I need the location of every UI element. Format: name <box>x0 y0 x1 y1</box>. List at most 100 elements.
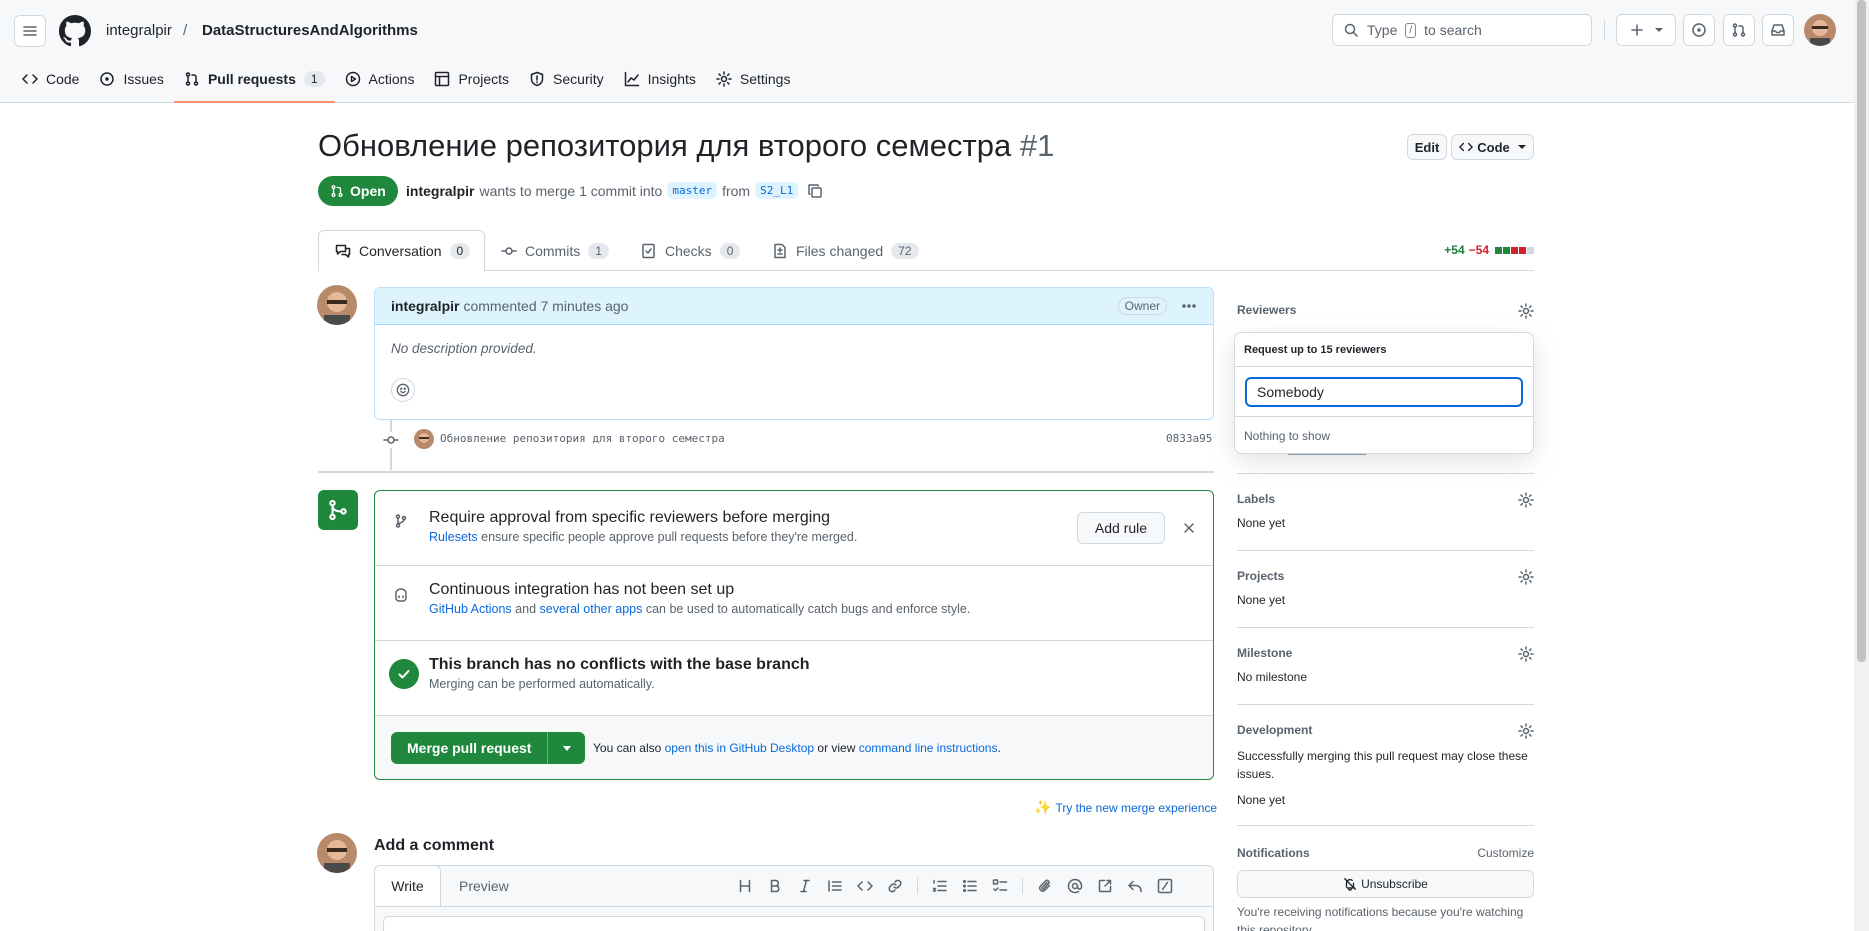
tab-counter: 0 <box>449 243 471 259</box>
bold-icon[interactable] <box>767 878 783 894</box>
quote-icon[interactable] <box>827 878 843 894</box>
gear-icon[interactable] <box>1518 492 1534 508</box>
breadcrumb-owner[interactable]: integralpir <box>106 22 172 39</box>
menu-button[interactable] <box>14 15 46 47</box>
comment-textarea[interactable] <box>383 916 1205 931</box>
try-new-merge-link[interactable]: ✨ Try the new merge experience <box>1034 799 1217 816</box>
repo-tab-actions[interactable]: Actions <box>335 62 425 96</box>
merge-method-dropdown[interactable] <box>547 732 585 764</box>
reviewers-popover: Request up to 15 reviewers Nothing to sh… <box>1234 332 1534 454</box>
close-icon[interactable] <box>1181 520 1197 536</box>
merge-pull-request-button[interactable]: Merge pull request <box>391 732 547 764</box>
inbox-button[interactable] <box>1762 14 1794 46</box>
page-scrollbar-thumb[interactable] <box>1857 0 1866 662</box>
labels-section: Labels None yet <box>1237 492 1534 530</box>
paperclip-icon[interactable] <box>1037 878 1053 894</box>
repo-tab-settings[interactable]: Settings <box>706 62 801 96</box>
gear-icon[interactable] <box>1518 646 1534 662</box>
commit-message[interactable]: Обновление репозитория для второго семес… <box>440 432 725 445</box>
header-divider <box>1604 20 1605 40</box>
tab-label: Checks <box>665 242 712 259</box>
base-branch[interactable]: master <box>667 182 718 199</box>
check-circle-icon <box>389 659 419 689</box>
gear-icon[interactable] <box>1518 723 1534 739</box>
tasklist-icon[interactable] <box>992 878 1008 894</box>
development-heading: Development <box>1237 723 1313 737</box>
code-icon[interactable] <box>857 878 873 894</box>
repo-tab-code[interactable]: Code <box>12 62 89 96</box>
heading-icon[interactable] <box>737 878 753 894</box>
milestone-value: No milestone <box>1237 670 1308 684</box>
issues-button[interactable] <box>1683 14 1715 46</box>
ordered-list-icon[interactable] <box>932 878 948 894</box>
copilot-icon <box>393 587 409 603</box>
tab-label: Files changed <box>796 242 884 259</box>
user-avatar[interactable] <box>1804 14 1836 46</box>
repo-tab-projects[interactable]: Projects <box>424 62 519 96</box>
kebab-horizontal-icon[interactable] <box>1181 298 1197 314</box>
github-desktop-link[interactable]: open this in GitHub Desktop <box>665 741 814 755</box>
tab-conversation[interactable]: Conversation 0 <box>318 230 485 272</box>
reviewers-section: Reviewers <box>1237 303 1534 319</box>
github-logo[interactable] <box>59 15 91 47</box>
gear-icon[interactable] <box>1518 569 1534 585</box>
breadcrumb-repo[interactable]: DataStructuresAndAlgorithms <box>202 22 418 39</box>
other-apps-link[interactable]: several other apps <box>540 602 643 616</box>
write-tab[interactable]: Write <box>374 865 441 907</box>
unsubscribe-button[interactable]: Unsubscribe <box>1237 870 1534 898</box>
repo-tab-insights[interactable]: Insights <box>614 62 706 96</box>
commit-author-avatar[interactable] <box>414 429 434 449</box>
pr-description-comment: integralpir commented 7 minutes ago Owne… <box>374 287 1214 420</box>
search-icon <box>1343 22 1359 38</box>
tab-files-changed[interactable]: Files changed 72 <box>756 230 935 271</box>
repo-tab-security[interactable]: Security <box>519 62 614 96</box>
preview-tab[interactable]: Preview <box>459 878 509 894</box>
sidebar-divider <box>1237 704 1534 705</box>
copy-icon[interactable] <box>807 183 823 199</box>
table-icon <box>434 71 450 87</box>
command-line-link[interactable]: command line instructions <box>859 741 998 755</box>
repo-tab-issues[interactable]: Issues <box>89 62 173 96</box>
italic-icon[interactable] <box>797 878 813 894</box>
reviewer-search-input[interactable] <box>1245 377 1523 407</box>
pull-request-icon <box>330 184 344 198</box>
pull-requests-counter: 1 <box>303 71 325 87</box>
mention-icon[interactable] <box>1067 878 1083 894</box>
milestone-heading: Milestone <box>1237 646 1293 660</box>
merge-box: Require approval from specific reviewers… <box>374 490 1214 780</box>
cross-reference-icon[interactable] <box>1097 878 1113 894</box>
unordered-list-icon[interactable] <box>962 878 978 894</box>
rulesets-link[interactable]: Rulesets <box>429 530 478 544</box>
add-reaction-button[interactable] <box>391 378 415 402</box>
create-new-button[interactable] <box>1616 14 1676 46</box>
reply-icon[interactable] <box>1127 878 1143 894</box>
add-rule-button[interactable]: Add rule <box>1077 512 1165 544</box>
comment-author[interactable]: integralpir <box>391 298 459 314</box>
github-actions-link[interactable]: GitHub Actions <box>429 602 512 616</box>
popover-title: Request up to 15 reviewers <box>1244 344 1387 356</box>
projects-section: Projects None yet <box>1237 569 1534 607</box>
tab-commits[interactable]: Commits 1 <box>485 230 625 271</box>
gear-icon[interactable] <box>1518 303 1534 319</box>
ruleset-title: Require approval from specific reviewers… <box>429 509 831 526</box>
ruleset-row: Require approval from specific reviewers… <box>375 491 1213 566</box>
labels-heading: Labels <box>1237 492 1276 506</box>
head-branch[interactable]: S2_L1 <box>755 182 799 199</box>
commit-sha[interactable]: 0833a95 <box>1166 432 1212 445</box>
pr-author-link[interactable]: integralpir <box>406 183 474 199</box>
search-input[interactable]: Type / to search <box>1332 14 1592 46</box>
pull-requests-button[interactable] <box>1723 14 1755 46</box>
link-icon[interactable] <box>887 878 903 894</box>
conflicts-row: This branch has no conflicts with the ba… <box>375 641 1213 716</box>
code-dropdown-button[interactable]: Code <box>1451 134 1534 160</box>
comment-author-avatar[interactable] <box>317 285 357 325</box>
tab-checks[interactable]: Checks 0 <box>625 230 756 271</box>
edit-title-button[interactable]: Edit <box>1407 134 1447 160</box>
customize-link[interactable]: Customize <box>1477 846 1534 860</box>
pull-request-icon <box>1731 22 1747 38</box>
merge-status-icon <box>318 490 358 530</box>
slash-command-icon[interactable] <box>1157 878 1173 894</box>
search-shortcut-key: / <box>1405 22 1417 38</box>
repo-tab-pull-requests[interactable]: Pull requests 1 <box>173 62 335 103</box>
timeline-divider <box>318 471 1214 473</box>
